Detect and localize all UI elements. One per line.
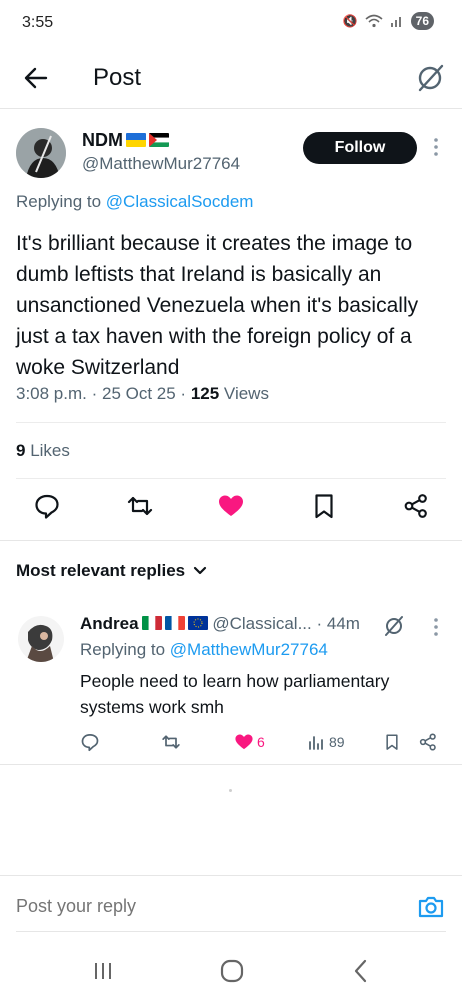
likes-label: Likes: [30, 441, 70, 460]
header-divider: [0, 108, 462, 109]
views-label: Views: [223, 384, 269, 403]
reply-author-name[interactable]: Andrea: [80, 614, 139, 633]
status-bar: 3:55 🔇 76: [0, 0, 462, 48]
reply-sort-label: Most relevant replies: [16, 561, 186, 580]
chevron-down-icon: [194, 566, 207, 575]
italy-flag-icon: [141, 616, 162, 630]
share-icon: [419, 733, 436, 751]
grok-icon[interactable]: [414, 62, 446, 94]
avatar-image: [16, 128, 66, 178]
reply-views-button[interactable]: 89: [308, 730, 345, 754]
post-time: 3:08 p.m.: [16, 384, 87, 403]
palestine-flag-icon: [149, 133, 169, 147]
reply-header: Andrea @Classical... · 44m: [80, 614, 360, 633]
system-navigation-bar: [0, 948, 462, 1000]
home-icon[interactable]: [217, 958, 247, 984]
ukraine-flag-icon: [126, 133, 146, 147]
post-date: 25 Oct 25: [101, 384, 176, 403]
likes-summary[interactable]: 9 Likes: [16, 441, 70, 461]
reply-like-button[interactable]: 6: [234, 730, 265, 754]
divider: [16, 422, 446, 423]
reply-repost-button[interactable]: [161, 730, 181, 754]
page-title: Post: [93, 64, 142, 91]
reply-reply-button[interactable]: [80, 730, 100, 754]
reply-icon: [81, 734, 99, 752]
repost-icon[interactable]: [126, 492, 154, 520]
author-handle[interactable]: @MatthewMur27764: [82, 154, 240, 174]
france-flag-icon: [164, 616, 185, 630]
reply-author-avatar[interactable]: [18, 616, 64, 662]
replying-prefix: Replying to: [80, 640, 166, 659]
repost-icon: [162, 735, 180, 749]
back-nav-icon[interactable]: [346, 958, 376, 984]
post-meta: 3:08 p.m. · 25 Oct 25 · 125 Views: [16, 384, 269, 403]
back-arrow-icon[interactable]: [22, 64, 50, 92]
author-name: NDM: [82, 130, 123, 150]
reply-text: People need to learn how parliamentary s…: [80, 671, 390, 717]
replying-to-link[interactable]: @ClassicalSocdem: [106, 192, 254, 211]
battery-indicator: 76: [410, 12, 434, 30]
eu-flag-icon: [187, 616, 208, 630]
reply-author-handle[interactable]: @Classical...: [212, 614, 311, 633]
wifi-icon: [365, 14, 383, 28]
avatar-image: [18, 616, 64, 662]
reply-icon[interactable]: [33, 492, 61, 520]
top-app-bar: Post: [0, 52, 462, 108]
recent-apps-icon[interactable]: [88, 958, 118, 984]
replying-to-link[interactable]: @MatthewMur27764: [170, 640, 328, 659]
divider: [16, 478, 446, 479]
reply-age: 44m: [326, 614, 360, 633]
camera-icon[interactable]: [416, 892, 446, 922]
more-options-icon[interactable]: [433, 617, 439, 637]
views-count: 125: [190, 384, 220, 403]
composer-divider: [0, 875, 462, 876]
replying-to: Replying to @ClassicalSocdem: [16, 192, 253, 212]
status-time: 3:55: [22, 14, 54, 31]
grok-icon[interactable]: [382, 614, 406, 638]
loading-dot: [229, 789, 232, 792]
status-icons: 🔇 76: [343, 12, 434, 30]
share-icon[interactable]: [402, 492, 430, 520]
bookmark-icon[interactable]: [310, 492, 338, 520]
reply-action-bar: 6 89: [0, 730, 462, 756]
views-icon: [309, 736, 323, 750]
author-name-row[interactable]: NDM: [82, 130, 169, 151]
reply-sort-selector[interactable]: Most relevant replies: [16, 561, 207, 581]
replying-prefix: Replying to: [16, 192, 102, 211]
reply-share-button[interactable]: [418, 730, 438, 754]
reply-bookmark-button[interactable]: [383, 730, 401, 754]
reply-divider: [0, 764, 462, 765]
follow-button[interactable]: Follow: [303, 132, 417, 164]
more-options-icon[interactable]: [433, 137, 439, 157]
likes-count: 9: [16, 441, 26, 460]
heart-icon: [235, 734, 253, 750]
reply-like-count: 6: [257, 734, 265, 750]
reply-views-count: 89: [329, 734, 345, 750]
section-divider: [0, 540, 462, 541]
mute-icon: 🔇: [342, 14, 358, 28]
reply-replying-to: Replying to @MatthewMur27764: [80, 640, 328, 660]
post-text: It's brilliant because it creates the im…: [16, 232, 419, 379]
signal-icon: [390, 17, 401, 27]
composer-underline: [16, 931, 446, 932]
author-avatar[interactable]: [16, 128, 66, 178]
reply-input[interactable]: [16, 896, 406, 917]
bookmark-icon: [386, 734, 398, 750]
post-action-bar: [0, 492, 462, 528]
heart-icon[interactable]: [217, 492, 245, 520]
